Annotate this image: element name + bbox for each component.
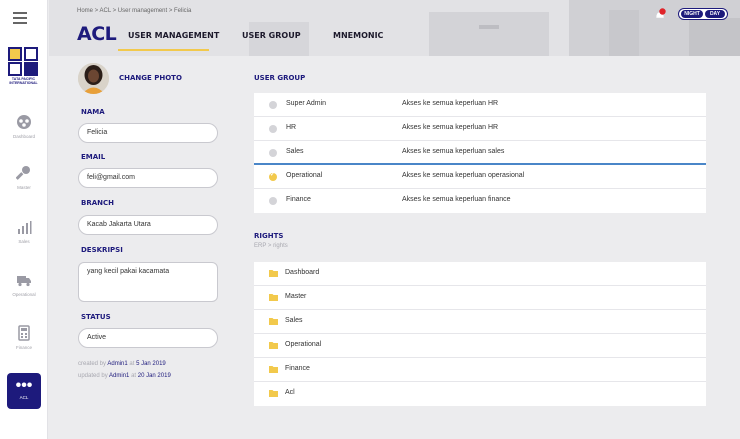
user-group-title: USER GROUP (254, 74, 306, 82)
notification-bell-icon[interactable] (653, 8, 667, 22)
rights-item-acl[interactable]: Acl (254, 382, 706, 406)
rights-item-dashboard[interactable]: Dashboard (254, 262, 706, 286)
created-date: 5 Jan 2019 (136, 361, 166, 367)
active-tab-indicator (118, 49, 209, 51)
rights-item-label: Operational (285, 341, 322, 348)
updated-date: 20 Jan 2019 (137, 373, 171, 379)
user-group-row-selected[interactable]: Operational Akses ke semua keperluan ope… (254, 165, 706, 189)
sidebar-item-acl[interactable]: ••• ACL (7, 373, 41, 409)
email-field[interactable]: feli@gmail.com (78, 168, 218, 188)
rights-item-sales[interactable]: Sales (254, 310, 706, 334)
sidebar-item-finance[interactable]: Finance (0, 325, 48, 365)
folder-icon (269, 366, 278, 373)
rights-item-master[interactable]: Master (254, 286, 706, 310)
sidebar-item-label: Finance (15, 345, 32, 350)
folder-icon (269, 318, 278, 325)
group-name: Operational (286, 172, 323, 179)
nama-field[interactable]: Felicia (78, 123, 218, 143)
updated-meta: updated by Admin1 at 20 Jan 2019 (78, 373, 171, 379)
folder-icon (269, 342, 278, 349)
sidebar-item-sales[interactable]: Sales (0, 219, 48, 259)
radio-button[interactable] (269, 197, 277, 205)
status-label: STATUS (81, 313, 111, 321)
rights-item-label: Sales (285, 317, 303, 324)
sidebar-item-label: Dashboard (12, 134, 35, 139)
avatar-photo (78, 63, 109, 94)
group-description: Akses ke semua keperluan HR (402, 124, 499, 131)
page-title: ACL (77, 23, 117, 45)
folder-icon (269, 390, 278, 397)
page-header: Home > ACL > User management > Felicia A… (49, 0, 740, 56)
rights-item-label: Master (285, 293, 307, 300)
user-group-list: Super Admin Akses ke semua keperluan HR … (254, 93, 706, 213)
menu-icon[interactable] (13, 12, 27, 24)
tab-user-management[interactable]: USER MANAGEMENT (128, 31, 219, 40)
deskripsi-label: DESKRIPSI (81, 246, 123, 254)
day-option[interactable]: DAY (705, 10, 725, 18)
calculator-icon (18, 325, 30, 341)
sidebar-item-label: ACL (19, 395, 29, 400)
rights-item-label: Acl (285, 389, 295, 396)
rights-list: Dashboard Master Sales Operational Finan… (254, 262, 706, 406)
tab-user-group[interactable]: USER GROUP (242, 31, 301, 40)
group-name: Super Admin (286, 100, 327, 107)
deskripsi-field[interactable]: yang kecil pakai kacamata (78, 262, 218, 302)
rights-item-operational[interactable]: Operational (254, 334, 706, 358)
company-logo: TATA PACIFIC INTERNATIONAL (8, 47, 39, 87)
radio-button[interactable] (269, 101, 277, 109)
branch-field[interactable]: Kacab Jakarta Utara (78, 215, 218, 235)
sidebar-item-label: Master (17, 185, 31, 190)
user-group-row[interactable]: Finance Akses ke semua keperluan finance (254, 189, 706, 213)
rights-title: RIGHTS (254, 232, 284, 240)
sidebar-item-master[interactable]: Master (0, 165, 48, 205)
folder-icon (269, 294, 278, 301)
created-at-word: at (129, 361, 135, 367)
sidebar-item-label: Operational (12, 292, 36, 297)
change-photo-link[interactable]: CHANGE PHOTO (119, 74, 182, 82)
radio-button[interactable] (269, 149, 277, 157)
rights-breadcrumb: ERP > rights (254, 243, 288, 249)
group-name: Sales (286, 148, 304, 155)
sidebar-item-dashboard[interactable]: Dashboard (0, 114, 48, 154)
breadcrumb: Home > ACL > User management > Felicia (77, 8, 192, 14)
truck-icon (17, 276, 31, 287)
rights-item-finance[interactable]: Finance (254, 358, 706, 382)
group-description: Akses ke semua keperluan finance (402, 196, 511, 203)
radio-button-checked[interactable] (269, 171, 277, 181)
tab-mnemonic[interactable]: MNEMONIC (333, 31, 383, 40)
theme-toggle[interactable]: NIGHT DAY (678, 8, 728, 20)
user-group-row[interactable]: Sales Akses ke semua keperluan sales (254, 141, 706, 165)
sales-chart-icon (18, 221, 32, 234)
sidebar: TATA PACIFIC INTERNATIONAL Dashboard Mas… (0, 0, 48, 439)
more-dots-icon: ••• (15, 377, 33, 394)
sidebar-item-label: Sales (18, 239, 30, 244)
updated-at-word: at (131, 373, 137, 379)
sidebar-item-operational[interactable]: Operational (0, 272, 48, 312)
created-prefix: created by (78, 361, 107, 367)
user-group-row[interactable]: Super Admin Akses ke semua keperluan HR (254, 93, 706, 117)
radio-button[interactable] (269, 125, 277, 133)
group-name: Finance (286, 196, 311, 203)
user-group-row[interactable]: HR Akses ke semua keperluan HR (254, 117, 706, 141)
logo-caption: TATA PACIFIC INTERNATIONAL (9, 77, 38, 85)
group-description: Akses ke semua keperluan HR (402, 100, 499, 107)
nama-label: NAMA (81, 108, 105, 116)
created-by: Admin1 (107, 361, 128, 367)
branch-label: BRANCH (81, 199, 114, 207)
avatar[interactable] (78, 63, 109, 94)
created-meta: created by Admin1 at 5 Jan 2019 (78, 361, 166, 367)
rights-item-label: Finance (285, 365, 310, 372)
updated-by: Admin1 (109, 373, 130, 379)
key-icon (16, 166, 30, 180)
status-field[interactable]: Active (78, 328, 218, 348)
group-description: Akses ke semua keperluan sales (402, 148, 505, 155)
group-name: HR (286, 124, 297, 131)
dashboard-icon (17, 115, 31, 129)
folder-icon (269, 270, 278, 277)
group-description: Akses ke semua keperluan operasional (402, 172, 525, 179)
night-option[interactable]: NIGHT (681, 10, 703, 18)
rights-item-label: Dashboard (285, 269, 320, 276)
updated-prefix: updated by (78, 373, 108, 379)
email-label: EMAIL (81, 153, 106, 161)
